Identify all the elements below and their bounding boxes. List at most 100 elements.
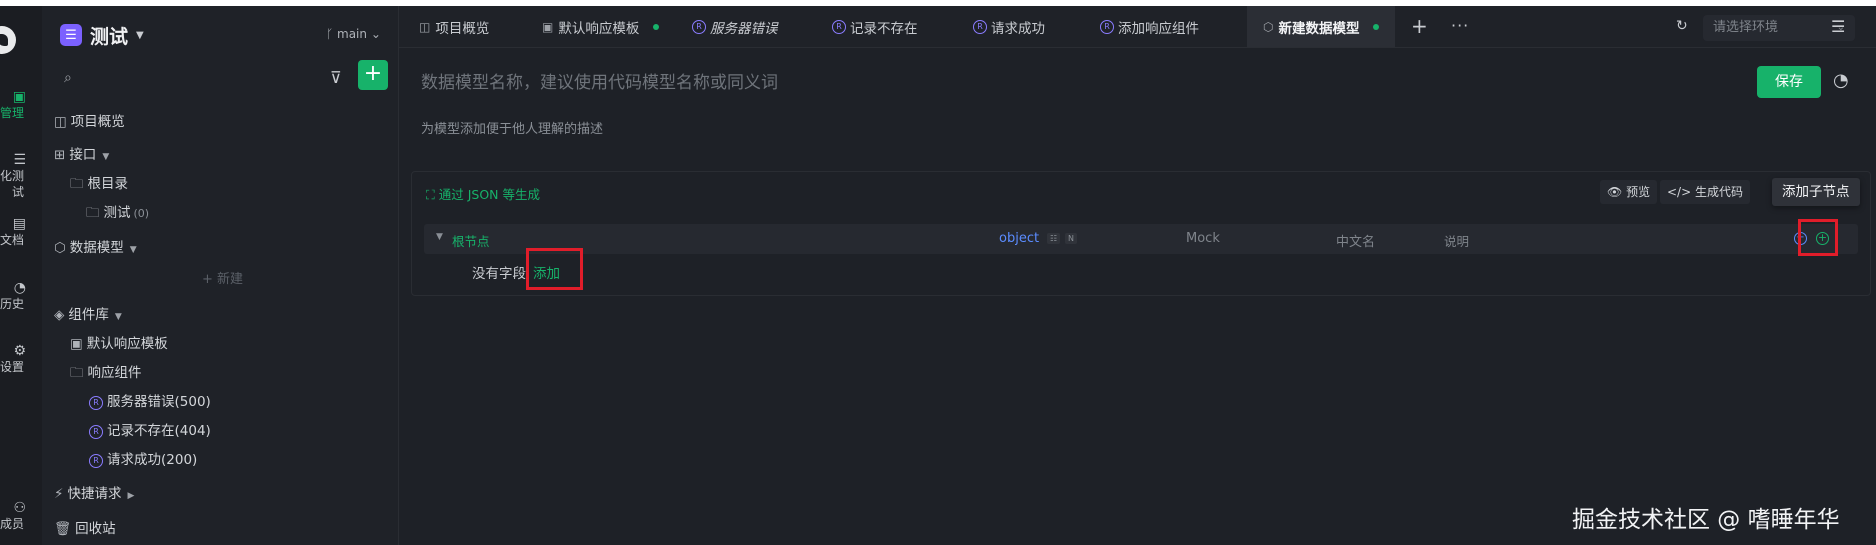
sidebar-item-success[interactable]: R 请求成功(200) (89, 448, 197, 468)
highlight-box-add-link (526, 248, 583, 290)
import-icon: ⛶ (426, 187, 439, 202)
sidebar-item-recycle[interactable]: 🗑 回收站 (54, 517, 116, 537)
add-button[interactable]: + (358, 60, 388, 90)
layers-icon: ◈ (54, 307, 65, 323)
template-icon: ▣ (542, 19, 554, 34)
sidebar-item-overview[interactable]: ◫ 项目概览 (54, 110, 125, 130)
caret-down-icon[interactable]: ▼ (436, 232, 443, 242)
generate-code-button[interactable]: </> 生成代码 (1660, 180, 1750, 204)
caret-down-icon: ▼ (136, 29, 144, 41)
rail-item-test[interactable]: ☰ 化测试 (0, 152, 42, 200)
caret-right-icon: ▶ (127, 491, 135, 501)
unsaved-dot (653, 23, 660, 30)
gear-icon: ⚙ (13, 343, 26, 359)
branch-icon: ᚴ (326, 27, 338, 41)
tab-server-error[interactable]: R 服务器错误 (692, 6, 778, 47)
tab-success[interactable]: R 请求成功 (973, 6, 1045, 47)
search-icon: ⌕ (64, 70, 72, 86)
tab-add-resp-component[interactable]: R 添加响应组件 (1100, 6, 1199, 47)
rail-item-doc[interactable]: ▤ 文档 (0, 216, 42, 248)
model-desc-input[interactable]: 为模型添加便于他人理解的描述 (421, 118, 603, 137)
api-icon: ⊞ (54, 147, 66, 163)
box-icon: ▣ (12, 89, 26, 105)
cube-icon: ⬡ (54, 240, 66, 256)
list-toggle-icon[interactable]: ☷ (1047, 233, 1061, 244)
template-icon: ▣ (70, 336, 83, 352)
eye-icon: 👁 (1607, 185, 1627, 199)
tab-overview[interactable]: ◫ 项目概览 (419, 6, 489, 47)
sidebar-item-root[interactable]: 🗀 根目录 (70, 172, 128, 197)
code-icon: </> (1667, 185, 1695, 199)
sidebar-item-quick-request[interactable]: ⚡ 快捷请求 ▶ (54, 482, 134, 502)
new-model-link[interactable]: + 新建 (202, 268, 243, 287)
tab-new-data-model[interactable]: ⬡ 新建数据模型 (1247, 6, 1396, 47)
rail-item-settings[interactable]: ⚙ 设置 (0, 343, 42, 375)
rail-item-members[interactable]: ⚇ 成员 (0, 500, 42, 532)
caret-down-icon: ▼ (114, 312, 122, 322)
project-switcher[interactable]: ☰ 测试 ▼ (60, 22, 144, 48)
tab-bar: ◫ 项目概览 ▣ 默认响应模板 R 服务器错误 R 记录不存在 R 请求成功 R 添加响应组… (399, 6, 1876, 48)
rail-item-history[interactable]: ◔ 历史 (0, 280, 42, 312)
app-window: ▣ 管理 ☰ 化测试 ▤ 文档 ◔ 历史 ⚙ 设置 ⚇ 成员 ☰ 测试 ▼ ᚴ … (0, 6, 1876, 545)
preview-button[interactable]: 👁 预览 (1600, 180, 1658, 204)
rail-item-manage[interactable]: ▣ 管理 (0, 89, 42, 121)
root-node-name[interactable]: 根节点 (452, 231, 490, 250)
app-logo (0, 26, 16, 54)
tab-default-resp[interactable]: ▣ 默认响应模板 (542, 6, 660, 47)
layout-icon: ◫ (419, 19, 431, 34)
lightning-icon: ⚡ (54, 486, 64, 502)
caret-down-icon: ▼ (102, 152, 110, 162)
schema-toolbar: ⛶ 通过 JSON 等生成 👁 预览 </> 生成代码 na 添加子节点 (412, 172, 1870, 212)
layout-icon: ◫ (54, 114, 67, 130)
project-icon: ☰ (60, 24, 82, 46)
folder-icon: 🗀 (70, 176, 84, 192)
nullable-toggle[interactable]: N (1065, 233, 1077, 244)
chinese-name-field[interactable]: 中文名 (1336, 231, 1375, 250)
branch-selector[interactable]: ᚴ main ⌄ (326, 27, 381, 41)
save-button[interactable]: 保存 (1757, 66, 1821, 98)
description-field[interactable]: 说明 (1444, 231, 1469, 250)
add-tab-button[interactable]: + (1411, 14, 1428, 38)
tab-not-found[interactable]: R 记录不存在 (832, 6, 918, 47)
search-input[interactable]: ⌕ (60, 66, 360, 92)
menu-icon[interactable]: ☰ (1831, 17, 1845, 36)
chevron-down-icon: ⌄ (367, 27, 381, 41)
r-badge-icon: R (89, 396, 103, 410)
more-icon[interactable]: ··· (1451, 16, 1469, 35)
caret-down-icon: ▼ (129, 245, 137, 255)
folder-icon: 🗀 (70, 365, 84, 381)
member-icon: ⚇ (13, 500, 26, 516)
filter-icon[interactable]: ⊽ (330, 68, 342, 87)
cube-icon: ⬡ (1263, 19, 1274, 34)
sidebar-item-component-lib[interactable]: ◈ 组件库 ▼ (54, 303, 122, 323)
sidebar-item-not-found[interactable]: R 记录不存在(404) (89, 419, 211, 439)
trash-icon: 🗑 (54, 521, 72, 537)
r-badge-icon: R (692, 19, 706, 34)
r-badge-icon: R (89, 454, 103, 468)
sidebar-item-default-resp[interactable]: ▣ 默认响应模板 (70, 332, 168, 352)
generate-from-json-button[interactable]: ⛶ 通过 JSON 等生成 (426, 184, 540, 203)
left-rail: ▣ 管理 ☰ 化测试 ▤ 文档 ◔ 历史 ⚙ 设置 ⚇ 成员 (0, 6, 43, 545)
sidebar-item-test-folder[interactable]: 🗀 测试 (0) (86, 201, 149, 226)
mock-field[interactable]: Mock (1186, 231, 1220, 246)
schema-panel: ⛶ 通过 JSON 等生成 👁 预览 </> 生成代码 na 添加子节点 ▼ 根… (411, 171, 1871, 296)
refresh-icon[interactable]: ↻ (1676, 18, 1688, 34)
type-select[interactable]: object (999, 231, 1039, 246)
doc-icon: ▤ (12, 216, 26, 232)
sidebar-item-server-error[interactable]: R 服务器错误(500) (89, 390, 211, 410)
sidebar-item-resp-components[interactable]: 🗀 响应组件 (70, 361, 142, 386)
history-icon[interactable]: ◔ (1833, 70, 1849, 91)
highlight-box-add-child (1798, 219, 1838, 256)
schema-root-row: ▼ 根节点 object ☷ N Mock 中文名 说明 − + (424, 224, 1858, 254)
watermark: 掘金技术社区 @ 嗜睡年华 (1572, 507, 1840, 533)
sidebar-item-data-models[interactable]: ⬡ 数据模型 ▼ (54, 236, 137, 256)
sidebar: ☰ 测试 ▼ ᚴ main ⌄ ⌕ ⊽ + ◫ 项目概览 ⊞ 接口 ▼ 🗀 根目录 🗀 测… (42, 6, 399, 545)
r-badge-icon: R (832, 19, 846, 34)
model-name-input[interactable]: 数据模型名称，建议使用代码模型名称或同义词 (421, 68, 778, 93)
folder-icon: 🗀 (86, 205, 100, 221)
test-icon: ☰ (13, 152, 26, 168)
sidebar-item-api[interactable]: ⊞ 接口 ▼ (54, 143, 109, 163)
add-child-node-tooltip: 添加子节点 (1772, 178, 1860, 206)
empty-fields-text: 没有字段 (472, 266, 526, 282)
project-title: 测试 (90, 25, 129, 48)
